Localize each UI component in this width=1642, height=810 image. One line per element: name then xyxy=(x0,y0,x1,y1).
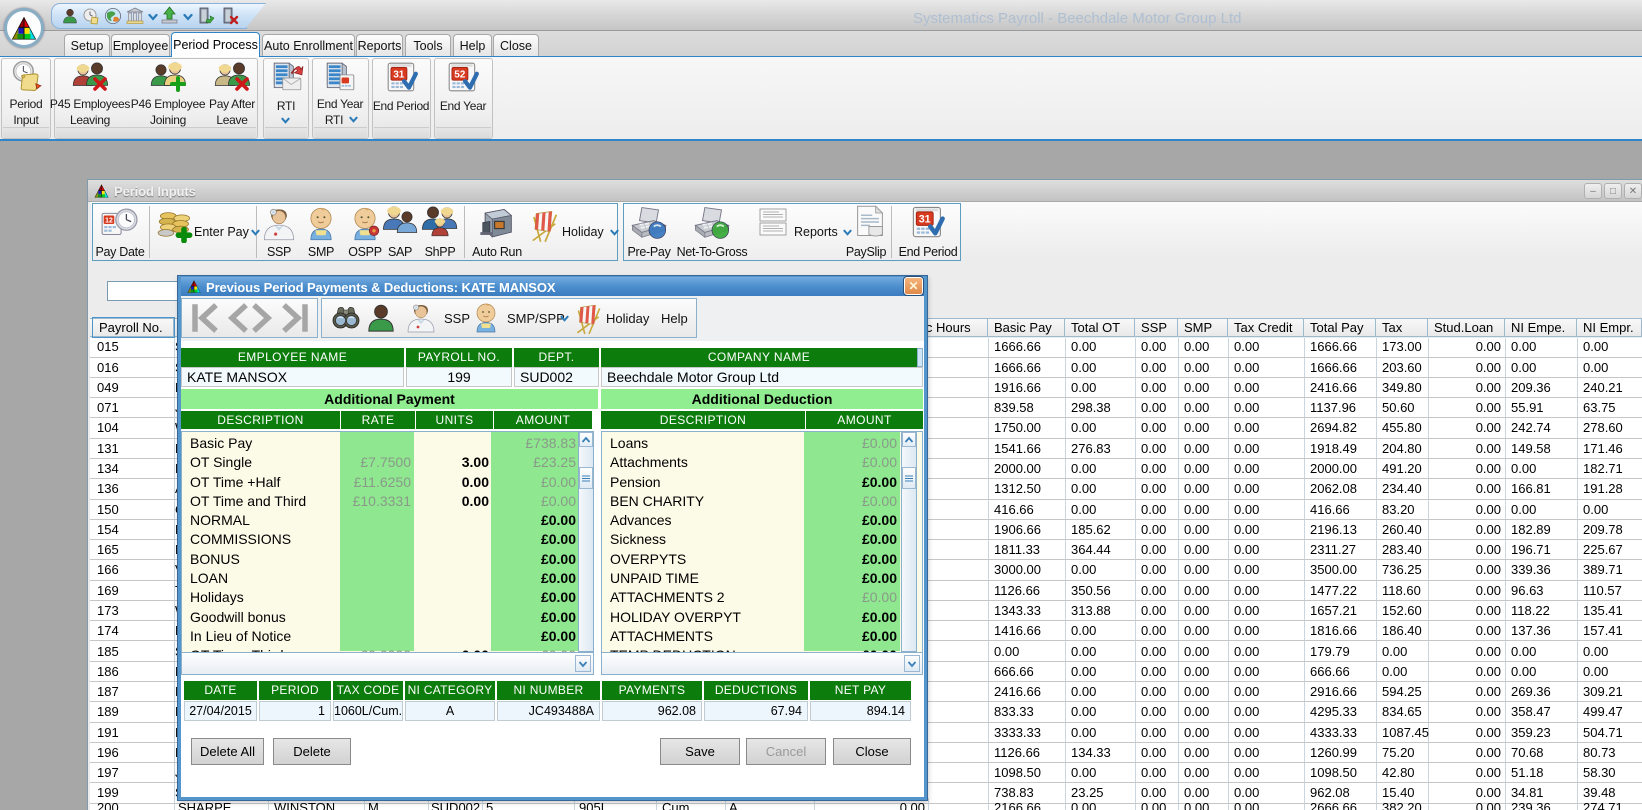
svg-text:12: 12 xyxy=(105,218,113,225)
svg-text:52: 52 xyxy=(454,70,466,81)
svg-text:31: 31 xyxy=(393,70,405,81)
svg-text:31: 31 xyxy=(919,214,931,226)
